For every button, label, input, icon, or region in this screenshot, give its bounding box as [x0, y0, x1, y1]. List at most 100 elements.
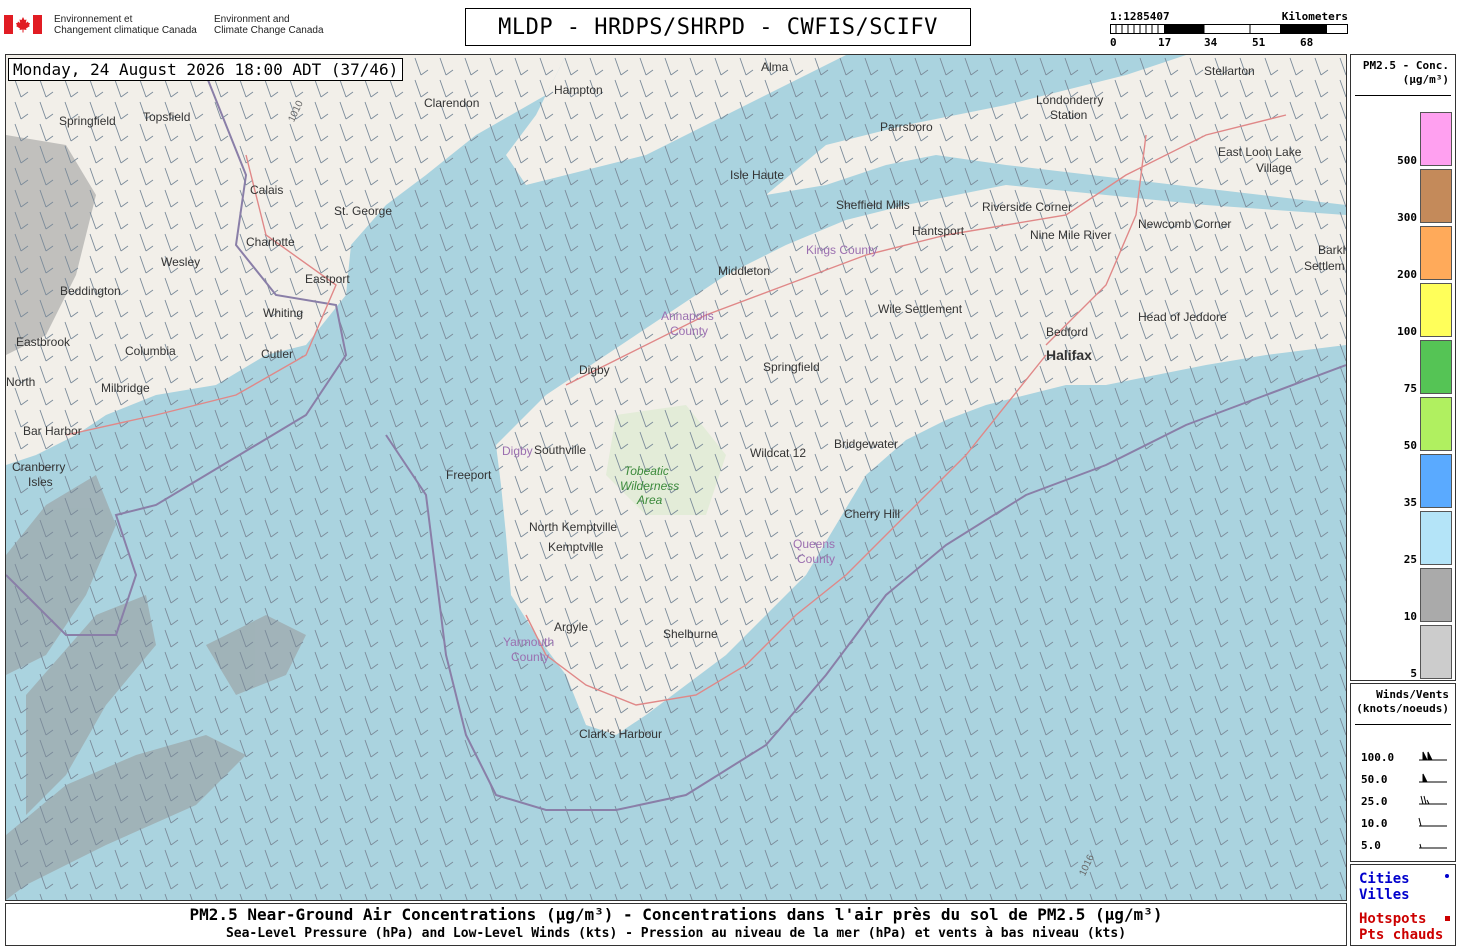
pm25-swatch-25: [1420, 511, 1452, 565]
map-label-kemptville: Kemptville: [548, 540, 604, 554]
wind-row-25: 25.0: [1361, 795, 1388, 808]
wind-row-label: 10.0: [1361, 817, 1388, 830]
wind-row-label: 5.0: [1361, 839, 1381, 852]
map-label-freeport: Freeport: [446, 468, 492, 482]
map-label-springfield: Springfield: [59, 114, 116, 128]
map-label-parrsboro: Parrsboro: [880, 120, 933, 134]
map-label-nine-mile-river: Nine Mile River: [1030, 228, 1112, 242]
map-label-tobeatic: Tobeatic: [624, 464, 669, 478]
scale-tick-0: 0: [1110, 36, 1117, 49]
map-caption: PM2.5 Near-Ground Air Concentrations (µg…: [5, 903, 1347, 946]
map-label-county: County: [797, 552, 836, 566]
map-label-area: Area: [637, 493, 663, 507]
cities-label-fr: Villes: [1359, 887, 1410, 903]
map-label-newcomb-corner: Newcomb Corner: [1138, 217, 1232, 231]
pm25-level-label: 75: [1403, 382, 1417, 395]
product-title: MLDP - HRDPS/SHRPD - CWFIS/SCIFV: [465, 8, 971, 46]
pm25-level-label: 100: [1397, 325, 1417, 338]
wind-barb-samples-icon: [1418, 751, 1447, 849]
map-label-springfield: Springfield: [763, 360, 820, 374]
map-label-alma: Alma: [761, 60, 789, 74]
scale-unit: Kilometers: [1281, 10, 1348, 23]
map-label-middleton: Middleton: [718, 264, 771, 278]
wind-legend-title: Winds/Vents: [1376, 688, 1449, 701]
map-label-yarmouth: Yarmouth: [503, 635, 555, 649]
map-label-wesley: Wesley: [161, 255, 201, 269]
pm25-swatch-500: [1420, 112, 1452, 166]
map-label-cutler: Cutler: [261, 347, 294, 361]
wind-legend-unit: (knots/noeuds): [1356, 702, 1449, 715]
basemap: [6, 55, 1346, 900]
map-label-county: County: [670, 324, 709, 338]
map-label-bridgewater: Bridgewater: [834, 437, 899, 451]
map-label-village: Village: [1256, 161, 1292, 175]
pm25-swatch-50: [1420, 397, 1452, 451]
map-label-clark-s-harbour: Clark's Harbour: [579, 727, 662, 741]
dept-fr-line1: Environnement et: [54, 14, 133, 25]
map-label-milbridge: Milbridge: [101, 381, 150, 395]
gc-signature: Environnement et Changement climatique C…: [4, 12, 344, 38]
map-label-isles: Isles: [28, 475, 53, 489]
map-label-annapolis: Annapolis: [661, 309, 714, 323]
map-label-digby: Digby: [579, 363, 610, 377]
scale-ratio: 1:1285407: [1110, 10, 1170, 23]
map-label-digby: Digby: [502, 444, 533, 458]
map-label-topsfield: Topsfield: [143, 110, 191, 124]
wind-row-10: 10.0: [1361, 817, 1388, 830]
map-label-kings-county: Kings County: [806, 243, 878, 257]
map-label-southville: Southville: [534, 443, 587, 457]
scale-tick-17: 17: [1158, 36, 1172, 49]
map-label-eastbrook: Eastbrook: [16, 335, 71, 349]
map-label-halifax: Halifax: [1046, 347, 1092, 363]
map-label-wildcat-12: Wildcat 12: [750, 446, 807, 460]
points-legend: Cities Villes Hotspots Pts chauds: [1350, 864, 1456, 946]
map-label-calais: Calais: [250, 183, 284, 197]
canada-flag-icon: [4, 15, 42, 34]
wind-barbs: [6, 55, 1346, 900]
scale-tick-51: 51: [1252, 36, 1266, 49]
map-view[interactable]: Alma Stellarton Hampton Clarendon Springfiel…: [5, 54, 1347, 901]
hotspots-label-fr: Pts chauds: [1359, 927, 1444, 943]
pm25-level-label: 500: [1397, 154, 1417, 167]
map-label-hantsport: Hantsport: [912, 224, 965, 238]
map-label-hampton: Hampton: [554, 83, 603, 97]
pm25-level-label: 50: [1403, 439, 1417, 452]
pm25-swatch-75: [1420, 340, 1452, 394]
map-label-station: Station: [1050, 108, 1088, 122]
map-label-beddington: Beddington: [60, 284, 121, 298]
pm25-level-label: 300: [1397, 211, 1417, 224]
pm25-swatch-200: [1420, 226, 1452, 280]
map-label-columbia: Columbia: [125, 344, 176, 358]
map-label-east-loon-lake: East Loon Lake: [1218, 145, 1302, 159]
map-label-eastport: Eastport: [305, 272, 350, 286]
map-label-st-george: St. George: [334, 204, 393, 218]
cities-label-en: Cities: [1359, 871, 1410, 887]
map-label-north: North: [6, 375, 36, 389]
hotspots-label-en: Hotspots: [1359, 911, 1427, 927]
pm25-level-label: 25: [1403, 553, 1417, 566]
pm25-swatch-5: [1420, 625, 1452, 679]
pm25-swatch-300: [1420, 169, 1452, 223]
map-label-sheffield-mills: Sheffield Mills: [836, 198, 910, 212]
map-label-londonderry: Londonderry: [1036, 93, 1104, 107]
dept-en-line2: Climate Change Canada: [214, 25, 324, 36]
scale-tick-34: 34: [1204, 36, 1218, 49]
map-label-bedford: Bedford: [1046, 325, 1089, 339]
caption-line2: Sea-Level Pressure (hPa) and Low-Level W…: [225, 926, 1127, 941]
product-title-text: MLDP - HRDPS/SHRPD - CWFIS/SCIFV: [498, 14, 938, 40]
dept-fr-line2: Changement climatique Canada: [54, 25, 197, 36]
pm25-level-label: 35: [1403, 496, 1417, 509]
map-label-charlotte: Charlotte: [246, 235, 295, 249]
pm25-legend-title: PM2.5 - Conc.: [1362, 59, 1449, 72]
map-label-settlem: Settlem: [1304, 259, 1345, 273]
map-label-bar-harbor: Bar Harbor: [23, 424, 82, 438]
pm25-swatch-100: [1420, 283, 1452, 337]
city-dot-icon: [1445, 874, 1449, 878]
pm25-swatch-10: [1420, 568, 1452, 622]
wind-row-label: 25.0: [1361, 795, 1388, 808]
hotspots-legend: Hotspots Pts chauds: [1359, 911, 1443, 943]
caption-line1: PM2.5 Near-Ground Air Concentrations (µg…: [189, 905, 1163, 924]
pm25-legend: PM2.5 - Conc. (µg/m³) 500 300 200 100 75 50 35…: [1350, 54, 1456, 681]
department-name-fr: Environnement et Changement climatique C…: [54, 14, 197, 36]
map-label-wile-settlement: Wile Settlement: [878, 302, 963, 316]
